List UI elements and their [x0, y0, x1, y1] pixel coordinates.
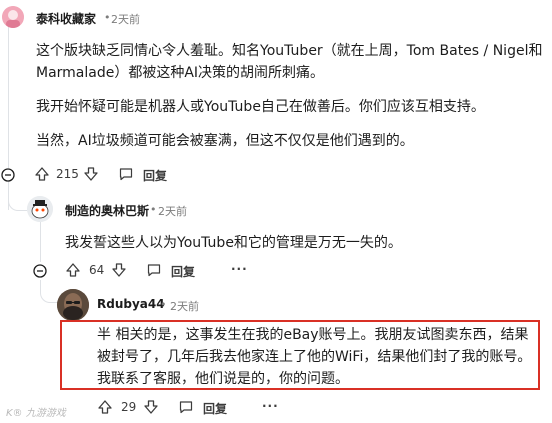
comment-time[interactable]: 2天前: [170, 298, 199, 314]
reply-button[interactable]: 回复: [118, 166, 174, 183]
vote-count: 64: [89, 263, 105, 277]
downvote-arrow-icon: [144, 400, 158, 414]
upvote-button[interactable]: [34, 166, 50, 182]
thread-line-level2: [40, 222, 41, 262]
comment-author[interactable]: Rdubya44: [97, 297, 165, 311]
downvote-button[interactable]: [111, 262, 127, 278]
meta-separator: •: [104, 11, 111, 24]
comment-icon: [147, 264, 161, 277]
vote-count: 29: [121, 400, 137, 414]
upvote-arrow-icon: [66, 263, 80, 277]
downvote-arrow-icon: [84, 167, 98, 181]
avatar-image: [57, 289, 89, 321]
avatar-image: [2, 6, 24, 28]
comment-text-line: 当然，AI垃圾频道可能会被塞满，但这不仅仅是他们遇到的。: [36, 133, 414, 149]
watermark: K® 九游游戏: [6, 408, 66, 419]
avatar[interactable]: [57, 289, 89, 321]
comment-author[interactable]: 制造的奥林巴斯: [65, 202, 149, 219]
collapse-icon: [1, 168, 15, 182]
meta-separator: •: [150, 203, 157, 216]
comment-time[interactable]: 2天前: [111, 11, 140, 27]
comment-icon: [179, 401, 193, 414]
avatar-image: [27, 196, 53, 222]
reply-label: 回复: [203, 402, 228, 416]
upvote-arrow-icon: [98, 400, 112, 414]
comment-text-line: 我联系了客服，他们说是的，你的问题。: [97, 371, 349, 387]
collapse-button[interactable]: [33, 263, 47, 278]
downvote-button[interactable]: [83, 166, 99, 182]
upvote-arrow-icon: [35, 167, 49, 181]
avatar[interactable]: [27, 196, 53, 222]
upvote-button[interactable]: [65, 262, 81, 278]
comment-text-line: Marmalade）都被这种AI决策的胡闹所刺痛。: [36, 65, 325, 81]
avatar[interactable]: [2, 6, 24, 28]
collapse-button[interactable]: [1, 167, 15, 182]
comment-icon: [119, 168, 133, 181]
reply-button[interactable]: 回复: [178, 399, 234, 416]
upvote-button[interactable]: [97, 399, 113, 415]
vote-count: 215: [56, 167, 79, 181]
reply-label: 回复: [171, 265, 196, 279]
reply-label: 回复: [143, 169, 168, 183]
more-options-button[interactable]: ···: [231, 262, 248, 276]
downvote-button[interactable]: [143, 399, 159, 415]
comment-author[interactable]: 泰科收藏家: [36, 10, 96, 27]
collapse-icon: [33, 264, 47, 278]
reply-button[interactable]: 回复: [146, 262, 202, 279]
thread-connector-level1: [8, 190, 27, 211]
meta-separator: •: [160, 298, 167, 311]
comment-text-line: 被封号了，几年后我去他家连上了他的WiFi，结果他们封了我的账号。: [97, 349, 532, 365]
comment-text-line: 半 相关的是，这事发生在我的eBay账号上。我朋友试图卖东西，结果: [97, 327, 529, 343]
more-options-button[interactable]: ···: [262, 399, 279, 413]
comment-text-line: 我开始怀疑可能是机器人或YouTube自己在做善后。你们应该互相支持。: [36, 99, 485, 115]
downvote-arrow-icon: [112, 263, 126, 277]
comment-text-line: 这个版块缺乏同情心令人羞耻。知名YouTuber（就在上周，Tom Bates …: [36, 43, 543, 59]
comment-text-line: 我发誓这些人以为YouTube和它的管理是万无一失的。: [65, 235, 402, 251]
comment-time[interactable]: 2天前: [158, 203, 187, 219]
thread-connector-level2: [40, 280, 59, 303]
thread-line-main: [8, 26, 9, 168]
